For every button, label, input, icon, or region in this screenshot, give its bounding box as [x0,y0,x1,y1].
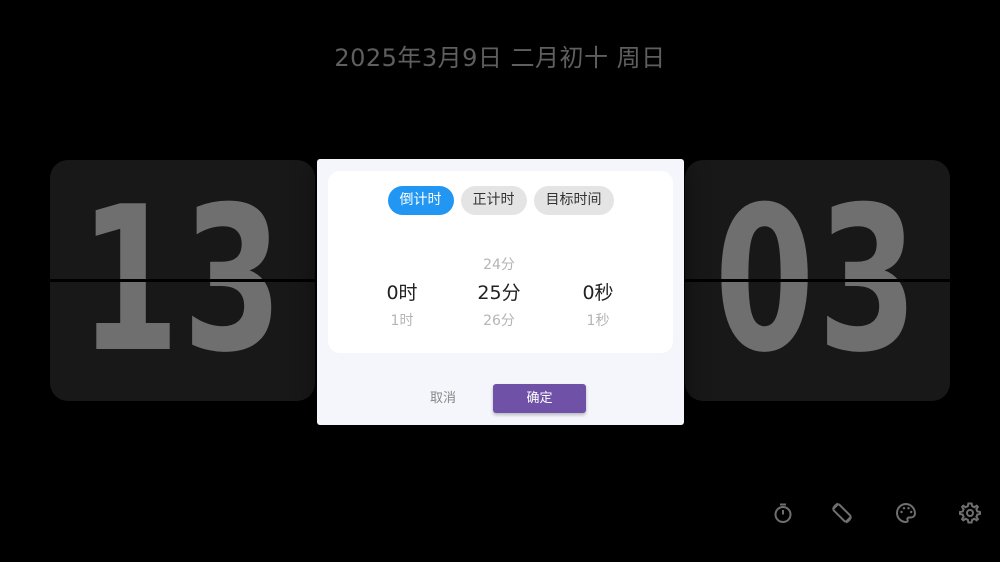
flip-divider [685,279,950,282]
tab-countdown[interactable]: 倒计时 [387,186,454,215]
timer-icon[interactable] [770,500,796,526]
confirm-button[interactable]: 确定 [493,384,586,413]
minutes-below[interactable]: 26分 [454,307,544,335]
minutes-above[interactable]: 24分 [454,251,544,279]
timer-dialog: 倒计时 正计时 目标时间 0时 1时 24分 25分 26分 0秒 1秒 取消 … [317,159,684,425]
timer-settings-panel: 倒计时 正计时 目标时间 0时 1时 24分 25分 26分 0秒 1秒 [328,171,673,353]
flip-divider [50,279,315,282]
timer-mode-tabs: 倒计时 正计时 目标时间 [328,186,673,215]
minutes-selected[interactable]: 25分 [454,279,544,307]
hour-flip-card: 13 [50,160,315,401]
screen-rotate-icon[interactable] [829,500,855,526]
cancel-button[interactable]: 取消 [420,384,466,414]
hours-below[interactable]: 1时 [357,307,447,335]
tab-target-time[interactable]: 目标时间 [533,186,614,215]
minute-flip-card: 03 [685,160,950,401]
seconds-below[interactable]: 1秒 [553,307,643,335]
seconds-wheel[interactable]: 0秒 1秒 [553,251,643,335]
hours-wheel[interactable]: 0时 1时 [357,251,447,335]
gear-icon[interactable] [957,500,983,526]
palette-icon[interactable] [893,500,919,526]
flip-clock-screen: 2025年3月9日 二月初十 周日 13 03 倒计时 正计时 目标时间 0时 … [0,0,1000,562]
bottom-toolbar [0,500,1000,526]
minutes-wheel[interactable]: 24分 25分 26分 [454,251,544,335]
hours-selected[interactable]: 0时 [357,279,447,307]
duration-picker: 0时 1时 24分 25分 26分 0秒 1秒 [328,251,673,341]
tab-count-up[interactable]: 正计时 [460,186,527,215]
date-label: 2025年3月9日 二月初十 周日 [334,44,666,72]
seconds-selected[interactable]: 0秒 [553,279,643,307]
dialog-actions: 取消 确定 [317,384,684,414]
